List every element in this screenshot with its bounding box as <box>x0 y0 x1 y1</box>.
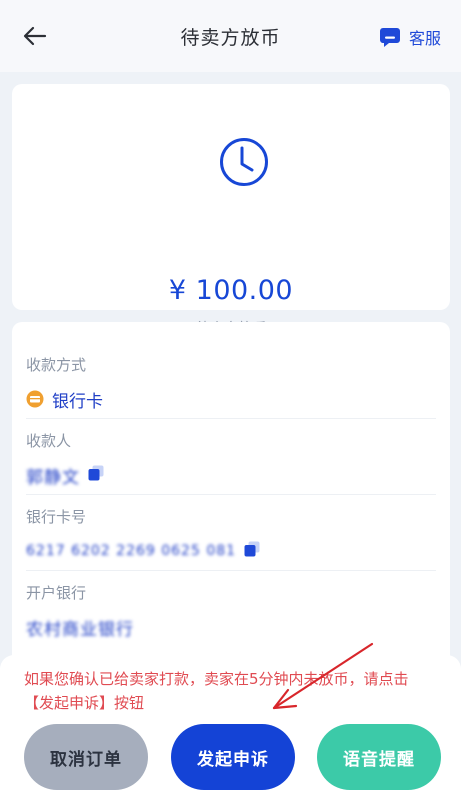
order-amount: ¥ 100.00 <box>168 275 294 306</box>
payee-label: 收款人 <box>26 432 72 450</box>
chat-bubble-icon <box>379 28 400 47</box>
payee-name: 郭静文 <box>26 467 80 488</box>
copy-card-number-icon[interactable] <box>244 541 260 562</box>
voice-reminder-button[interactable]: 语音提醒 <box>317 724 441 790</box>
card-number-label: 银行卡号 <box>26 508 87 526</box>
payment-info-card: 收款方式 银行卡 收款人 郭静文 银行卡号 6217 6202 2269 062… <box>12 322 450 702</box>
divider <box>26 570 436 571</box>
order-status-card: ¥ 100.00 待卖方放币 <box>12 84 450 337</box>
card-number-row: 银行卡号 6217 6202 2269 0625 081 <box>26 506 436 563</box>
bank-name: 农村商业银行 <box>26 619 134 640</box>
bank-label: 开户银行 <box>26 584 87 602</box>
divider <box>26 494 436 495</box>
bank-card-icon <box>26 390 44 408</box>
payment-method-value: 银行卡 <box>52 391 103 412</box>
payment-method-label: 收款方式 <box>26 356 87 374</box>
top-bar: 待卖方放币 客服 <box>0 0 461 72</box>
customer-service-button[interactable]: 客服 <box>379 24 441 50</box>
clock-icon <box>220 138 268 186</box>
bank-row: 开户银行 农村商业银行 <box>26 582 436 640</box>
appeal-notice: 如果您确认已给卖家打款，卖家在5分钟内未放币，请点击【发起申诉】按钮 <box>24 670 409 712</box>
card-number: 6217 6202 2269 0625 081 <box>26 543 237 559</box>
divider <box>26 418 436 419</box>
back-button[interactable] <box>20 22 50 50</box>
arrow-left-icon <box>23 26 47 46</box>
payment-method-row: 收款方式 银行卡 <box>26 354 436 412</box>
page-title: 待卖方放币 <box>180 26 281 49</box>
customer-service-label: 客服 <box>408 29 441 48</box>
copy-payee-icon[interactable] <box>88 465 104 486</box>
cancel-order-button[interactable]: 取消订单 <box>24 724 148 790</box>
payee-row: 收款人 郭静文 <box>26 430 436 488</box>
appeal-button[interactable]: 发起申诉 <box>171 724 295 790</box>
